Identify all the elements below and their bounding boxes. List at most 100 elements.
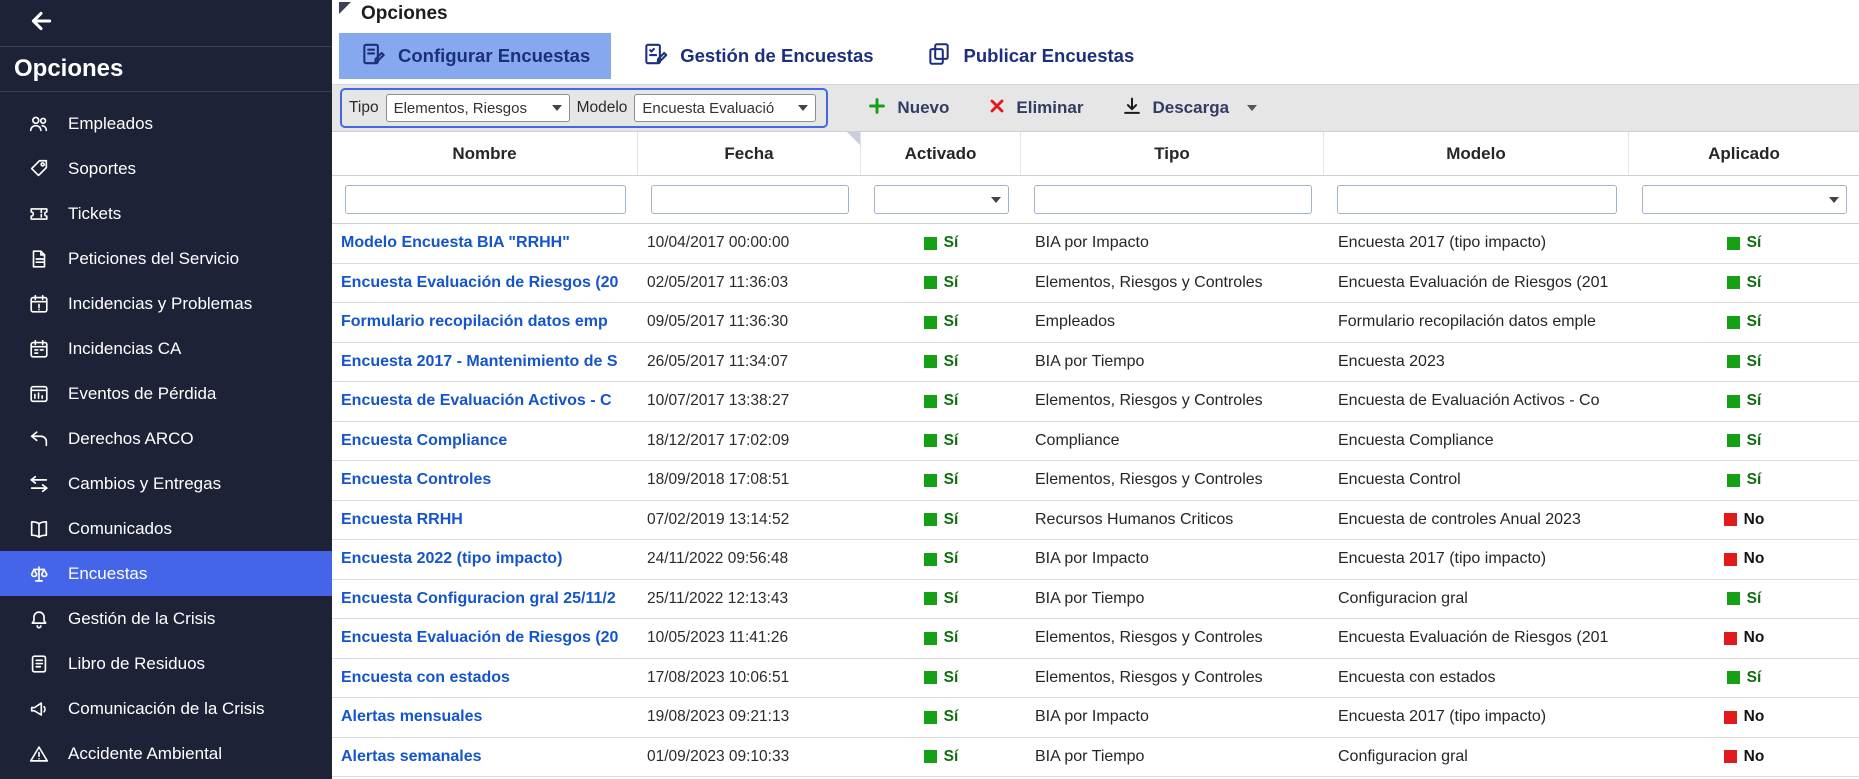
row-name-link[interactable]: Encuesta Controles [341, 471, 491, 488]
sidebar-item-empleados[interactable]: Empleados [0, 101, 332, 146]
chevron-down-icon [1829, 197, 1839, 203]
status-square-icon [924, 711, 937, 724]
filter-input-tipo[interactable] [1034, 185, 1312, 214]
table-row[interactable]: Encuesta 2022 (tipo impacto) 24/11/2022 … [332, 540, 1859, 580]
table-row[interactable]: Alertas semanales 01/09/2023 09:10:33 Sí… [332, 738, 1859, 778]
status-square-icon [1727, 276, 1740, 289]
filter-select-activado[interactable] [874, 185, 1009, 214]
column-header-modelo[interactable]: Modelo [1324, 132, 1629, 175]
bell-icon [27, 608, 51, 630]
row-name-link[interactable]: Encuesta Compliance [341, 432, 507, 449]
row-name-link[interactable]: Encuesta Evaluación de Riesgos (20 [341, 274, 618, 291]
row-activado-status: Sí [861, 590, 1021, 608]
row-modelo: Encuesta con estados [1324, 669, 1629, 687]
row-aplicado-status: Sí [1629, 471, 1859, 489]
row-fecha: 01/09/2023 09:10:33 [638, 748, 861, 766]
row-modelo: Encuesta Evaluación de Riesgos (201 [1324, 274, 1629, 292]
row-name-link[interactable]: Encuesta Evaluación de Riesgos (20 [341, 629, 618, 646]
sidebar-item-accidente-ambiental[interactable]: Accidente Ambiental [0, 731, 332, 776]
table-row[interactable]: Encuesta de Evaluación Activos - C 10/07… [332, 382, 1859, 422]
row-aplicado-status: Sí [1629, 274, 1859, 292]
descarga-button[interactable]: Descarga [1121, 95, 1257, 122]
row-fecha: 09/05/2017 11:36:30 [638, 313, 861, 331]
sidebar-item-eventos-de-perdida[interactable]: Eventos de Pérdida [0, 371, 332, 416]
sidebar-item-label: Derechos ARCO [68, 429, 194, 449]
eliminar-button[interactable]: Eliminar [987, 96, 1083, 121]
row-name-link[interactable]: Modelo Encuesta BIA "RRHH" [341, 234, 570, 251]
row-name-link[interactable]: Encuesta 2017 - Mantenimiento de S [341, 353, 618, 370]
column-header-tipo[interactable]: Tipo [1021, 132, 1324, 175]
row-modelo: Encuesta 2017 (tipo impacto) [1324, 708, 1629, 726]
row-tipo: Elementos, Riesgos y Controles [1021, 392, 1324, 410]
row-name-link[interactable]: Encuesta RRHH [341, 511, 463, 528]
row-name-link[interactable]: Encuesta 2022 (tipo impacto) [341, 550, 562, 567]
row-name-link[interactable]: Encuesta con estados [341, 669, 510, 686]
status-square-icon [924, 671, 937, 684]
collapse-panel-icon[interactable] [339, 2, 351, 14]
sidebar-item-comunicacion-de-la-crisis[interactable]: Comunicación de la Crisis [0, 686, 332, 731]
modelo-select[interactable]: Encuesta Evaluació [634, 94, 816, 122]
sidebar-item-gestion-de-la-crisis[interactable]: Gestión de la Crisis [0, 596, 332, 641]
row-modelo: Encuesta de controles Anual 2023 [1324, 511, 1629, 529]
sidebar-item-tickets[interactable]: Tickets [0, 191, 332, 236]
row-name-link[interactable]: Alertas semanales [341, 748, 482, 765]
surveys-table: Nombre Fecha Activado Tipo Modelo Aplica… [332, 132, 1859, 779]
filter-input-modelo[interactable] [1337, 185, 1617, 214]
column-header-fecha[interactable]: Fecha [638, 132, 861, 175]
column-header-aplicado[interactable]: Aplicado [1629, 132, 1859, 175]
sidebar-item-soportes[interactable]: Soportes [0, 146, 332, 191]
row-name-link[interactable]: Encuesta de Evaluación Activos - C [341, 392, 612, 409]
table-row[interactable]: Formulario recopilación datos emp 09/05/… [332, 303, 1859, 343]
table-row[interactable]: Encuesta Configuracion gral 25/11/2 25/1… [332, 580, 1859, 620]
status-square-icon [924, 434, 937, 447]
status-square-icon [1727, 237, 1740, 250]
row-name-link[interactable]: Alertas mensuales [341, 708, 482, 725]
table-row[interactable]: Modelo Encuesta BIA "RRHH" 10/04/2017 00… [332, 224, 1859, 264]
sidebar-item-incidencias-y-problemas[interactable]: Incidencias y Problemas [0, 281, 332, 326]
column-header-activado[interactable]: Activado [861, 132, 1021, 175]
tab-configurar-encuestas[interactable]: Configurar Encuestas [339, 33, 611, 79]
sidebar-item-cambios-y-entregas[interactable]: Cambios y Entregas [0, 461, 332, 506]
back-button[interactable] [0, 0, 332, 47]
table-row[interactable]: Encuesta Evaluación de Riesgos (20 10/05… [332, 619, 1859, 659]
status-square-icon [1727, 434, 1740, 447]
column-header-nombre[interactable]: Nombre [332, 132, 638, 175]
row-tipo: Empleados [1021, 313, 1324, 331]
type-model-filter-group: Tipo Elementos, Riesgos Modelo Encuesta … [340, 88, 828, 128]
document-icon [27, 248, 51, 270]
table-row[interactable]: Encuesta con estados 17/08/2023 10:06:51… [332, 659, 1859, 699]
row-name-link[interactable]: Formulario recopilación datos emp [341, 313, 608, 330]
row-aplicado-status: Sí [1629, 234, 1859, 252]
filter-select-aplicado[interactable] [1642, 185, 1847, 214]
row-activado-status: Sí [861, 669, 1021, 687]
delete-x-icon [987, 96, 1007, 121]
sidebar-item-incidencias-ca[interactable]: Incidencias CA [0, 326, 332, 371]
descarga-caret-icon [1247, 105, 1257, 111]
sidebar-item-encuestas[interactable]: Encuestas [0, 551, 332, 596]
row-tipo: BIA por Tiempo [1021, 353, 1324, 371]
tab-publicar-encuestas[interactable]: Publicar Encuestas [905, 33, 1156, 79]
nuevo-button[interactable]: Nuevo [866, 95, 949, 122]
row-fecha: 10/04/2017 00:00:00 [638, 234, 861, 252]
filter-input-fecha[interactable] [651, 185, 849, 214]
row-fecha: 25/11/2022 12:13:43 [638, 590, 861, 608]
status-square-icon [924, 553, 937, 566]
table-row[interactable]: Encuesta Controles 18/09/2018 17:08:51 S… [332, 461, 1859, 501]
table-row[interactable]: Encuesta 2017 - Mantenimiento de S 26/05… [332, 343, 1859, 383]
filter-input-nombre[interactable] [345, 185, 626, 214]
table-row[interactable]: Alertas mensuales 19/08/2023 09:21:13 Sí… [332, 698, 1859, 738]
tab-gestion-de-encuestas[interactable]: Gestión de Encuestas [621, 33, 894, 79]
row-tipo: BIA por Impacto [1021, 708, 1324, 726]
row-name-link[interactable]: Encuesta Configuracion gral 25/11/2 [341, 590, 616, 607]
table-row[interactable]: Encuesta Evaluación de Riesgos (20 02/05… [332, 264, 1859, 304]
row-fecha: 10/07/2017 13:38:27 [638, 392, 861, 410]
sidebar-item-peticiones-del-servicio[interactable]: Peticiones del Servicio [0, 236, 332, 281]
row-modelo: Encuesta de Evaluación Activos - Co [1324, 392, 1629, 410]
table-row[interactable]: Encuesta RRHH 07/02/2019 13:14:52 Sí Rec… [332, 501, 1859, 541]
sidebar-item-derechos-arco[interactable]: Derechos ARCO [0, 416, 332, 461]
table-row[interactable]: Encuesta Compliance 18/12/2017 17:02:09 … [332, 422, 1859, 462]
sidebar-item-label: Soportes [68, 159, 136, 179]
sidebar-item-comunicados[interactable]: Comunicados [0, 506, 332, 551]
sidebar-item-libro-de-residuos[interactable]: Libro de Residuos [0, 641, 332, 686]
tipo-select[interactable]: Elementos, Riesgos [386, 94, 570, 122]
